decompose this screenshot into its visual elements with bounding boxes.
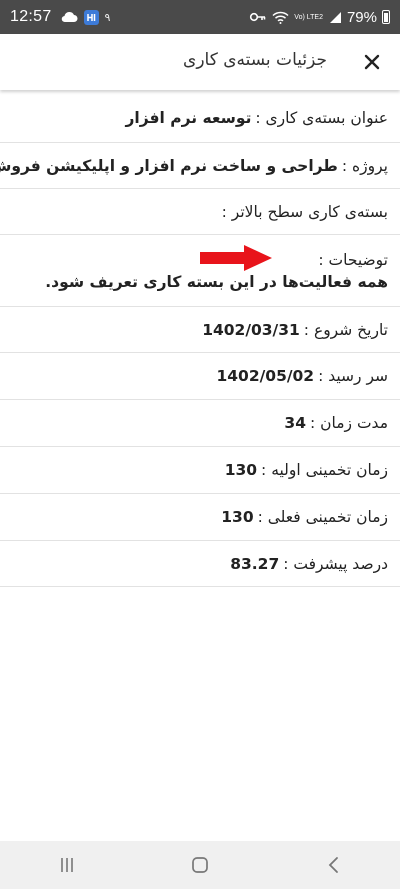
- row-parent-package: بسته‌ی کاری سطح بالاتر :: [0, 189, 400, 235]
- recents-icon: [60, 858, 73, 872]
- lte-indicator: Vo) LTE2: [294, 13, 323, 21]
- wifi-icon: [272, 11, 289, 24]
- description-value: همه فعالیت‌ها در این بسته کاری تعریف شود…: [45, 272, 388, 291]
- initial-estimate-label: زمان تخمینی اولیه :: [261, 461, 388, 479]
- home-icon: [192, 857, 208, 873]
- start-date-label: تاریخ شروع :: [303, 320, 388, 339]
- row-project: پروژه : طراحی و ساخت نرم افزار و اپلیکیش…: [0, 143, 400, 189]
- status-time: 12:57: [10, 8, 52, 25]
- status-bar: 12:57 ۹ Vo) LTE2 79%: [0, 0, 400, 34]
- battery-percent: 79%: [346, 8, 377, 26]
- project-label: پروژه :: [341, 156, 388, 175]
- status-left-icons: ۹: [60, 9, 111, 25]
- duration-value: 34: [284, 414, 306, 432]
- key-icon: [250, 12, 266, 22]
- due-date-value: 1402/05/02: [216, 367, 315, 385]
- cloud-icon: [61, 11, 78, 23]
- work-package-details: عنوان بسته‌ی کاری : توسعه نرم افزار پروژ…: [0, 94, 400, 587]
- work-package-title-label: عنوان بسته‌ی کاری :: [255, 109, 388, 127]
- back-button[interactable]: [303, 845, 363, 885]
- back-icon: [329, 857, 339, 873]
- signal-icon: [329, 11, 341, 23]
- progress-value: 83.27: [230, 554, 280, 573]
- row-current-estimate: زمان تخمینی فعلی : 130: [0, 494, 400, 541]
- current-estimate-label: زمان تخمینی فعلی :: [257, 508, 388, 526]
- progress-label: درصد پیشرفت :: [283, 554, 388, 573]
- app-header: جزئیات بسته‌ی کاری: [0, 34, 400, 90]
- home-button[interactable]: [170, 845, 230, 885]
- row-due-date: سر رسید : 1402/05/02: [0, 353, 400, 400]
- description-label: توضیحات :: [318, 250, 388, 269]
- row-description: توضیحات : همه فعالیت‌ها در این بسته کاری…: [0, 235, 400, 307]
- system-nav-bar: [0, 841, 400, 889]
- notification-count: ۹: [104, 10, 111, 24]
- work-package-title-value: توسعه نرم افزار: [125, 109, 252, 127]
- close-icon: [364, 54, 380, 70]
- parent-package-label: بسته‌ی کاری سطح بالاتر :: [221, 202, 388, 221]
- arrow-right-icon: [200, 245, 272, 271]
- initial-estimate-value: 130: [224, 461, 258, 479]
- page-title: جزئیات بسته‌ی کاری: [183, 50, 327, 70]
- row-initial-estimate: زمان تخمینی اولیه : 130: [0, 447, 400, 494]
- project-value: طراحی و ساخت نرم افزار و اپلیکیشن فروش: [0, 156, 338, 175]
- app-notification-icon: [83, 9, 99, 25]
- status-right-icons: Vo) LTE2 79%: [249, 9, 390, 26]
- row-progress: درصد پیشرفت : 83.27: [0, 541, 400, 587]
- recents-button[interactable]: [37, 845, 97, 885]
- due-date-label: سر رسید :: [318, 367, 388, 385]
- row-start-date: تاریخ شروع : 1402/03/31: [0, 307, 400, 353]
- duration-label: مدت زمان :: [310, 414, 388, 432]
- start-date-value: 1402/03/31: [202, 320, 300, 339]
- row-work-package-title: عنوان بسته‌ی کاری : توسعه نرم افزار: [0, 94, 400, 143]
- current-estimate-value: 130: [221, 508, 254, 526]
- close-button[interactable]: [358, 48, 386, 76]
- row-duration: مدت زمان : 34: [0, 400, 400, 447]
- battery-icon: [382, 10, 390, 24]
